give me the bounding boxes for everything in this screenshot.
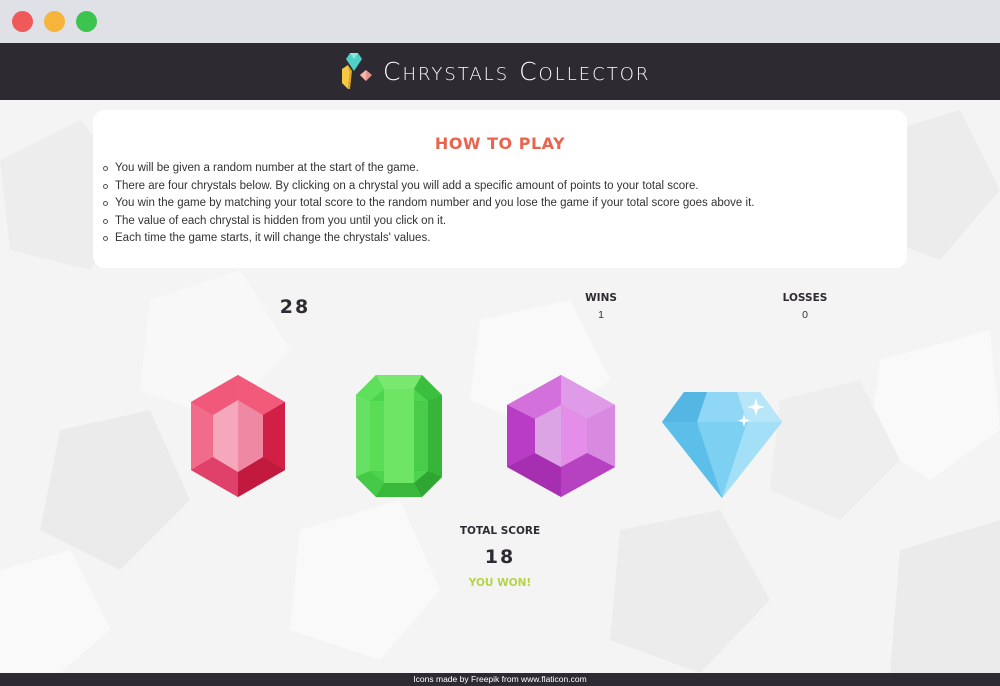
blue-diamond-crystal-icon[interactable] (662, 392, 782, 498)
green-emerald-crystal-icon[interactable] (356, 375, 442, 497)
instructions-list: You will be given a random number at the… (103, 160, 895, 248)
instruction-text: Each time the game starts, it will chang… (115, 232, 431, 244)
instruction-item: There are four chrystals below. By click… (103, 178, 895, 196)
window-maximize-button[interactable] (76, 11, 97, 32)
footer: Icons made by Freepik from www.flaticon.… (0, 673, 1000, 686)
wins-label: WINS (585, 292, 617, 304)
how-to-play-panel: HOW TO PLAY You will be given a random n… (93, 110, 907, 268)
losses-label: LOSSES (782, 292, 828, 304)
losses-counter: LOSSES 0 (745, 292, 865, 321)
window-titlebar (0, 0, 1000, 43)
instruction-text: There are four chrystals below. By click… (115, 179, 699, 192)
bullet-icon (103, 183, 108, 189)
instruction-text: You win the game by matching your total … (115, 197, 755, 209)
instruction-item: You win the game by matching your total … (103, 195, 895, 213)
bullet-icon (103, 218, 108, 224)
instruction-text: The value of each chrystal is hidden fro… (115, 214, 447, 227)
purple-hexagon-crystal-icon[interactable] (507, 375, 615, 497)
losses-value: 0 (802, 309, 808, 321)
instruction-item: Each time the game starts, it will chang… (103, 230, 895, 248)
bullet-icon (103, 236, 108, 241)
target-number: 28 (279, 296, 311, 318)
app-title: Chrystals Collector (383, 57, 651, 86)
game-result-message: YOU WON! (468, 577, 532, 589)
window-minimize-button[interactable] (44, 11, 65, 32)
total-score-value: 18 (484, 546, 516, 568)
instruction-text: You will be given a random number at the… (115, 162, 419, 174)
bullet-icon (103, 201, 108, 206)
crystals-logo-icon (342, 53, 372, 89)
instruction-item: The value of each chrystal is hidden fro… (103, 213, 895, 231)
bullet-icon (103, 166, 108, 171)
total-score-label: TOTAL SCORE (459, 525, 541, 537)
instruction-item: You will be given a random number at the… (103, 160, 895, 178)
wins-value: 1 (598, 309, 604, 321)
window-close-button[interactable] (12, 11, 33, 32)
wins-counter: WINS 1 (541, 292, 661, 321)
red-hexagon-crystal-icon[interactable] (191, 375, 285, 497)
footer-credit: Icons made by Freepik from www.flaticon.… (413, 674, 587, 684)
how-to-play-heading: HOW TO PLAY (434, 134, 566, 153)
app-header: Chrystals Collector (0, 43, 1000, 100)
